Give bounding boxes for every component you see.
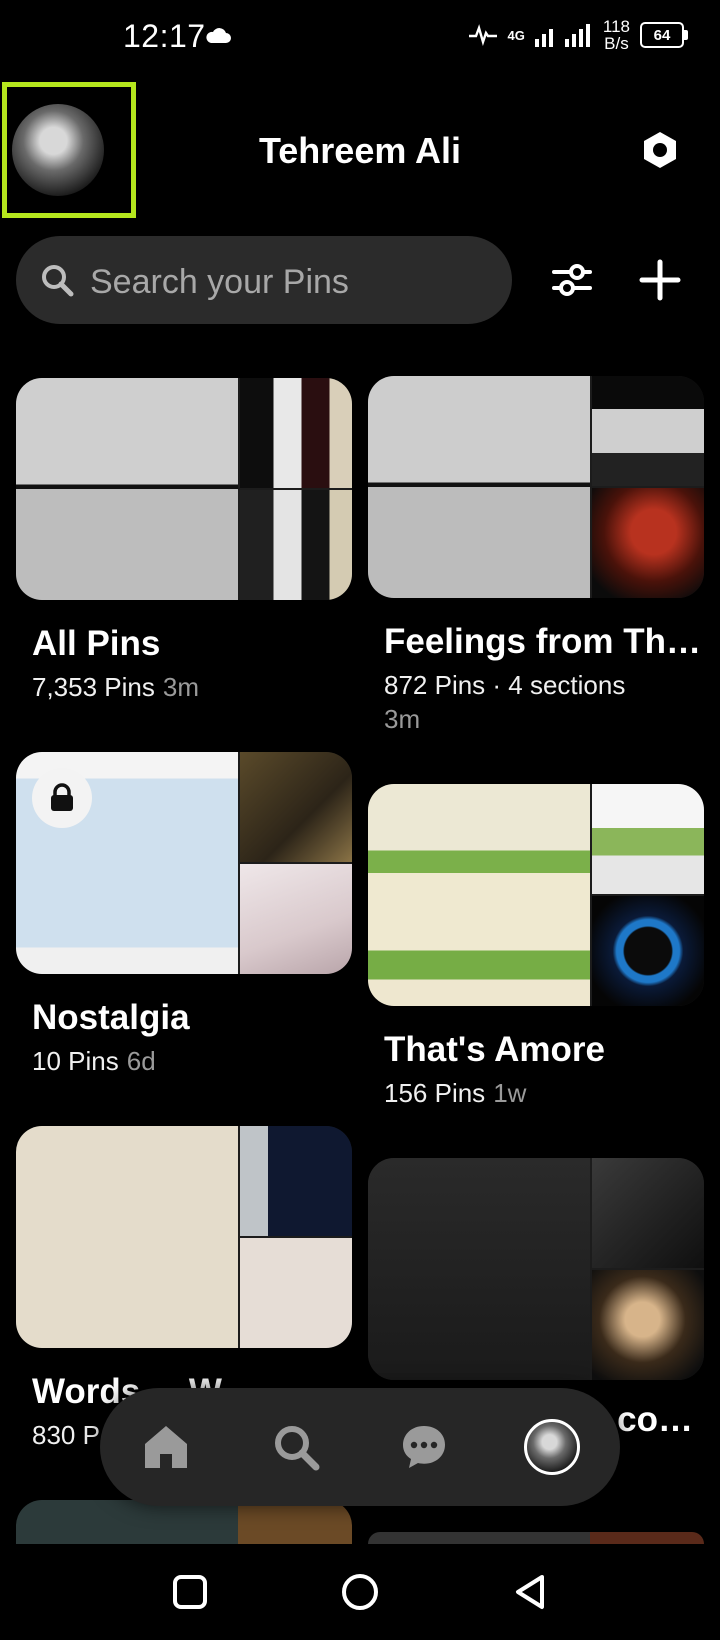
board-name: All Pins — [32, 624, 161, 663]
board-age: 1w — [493, 1078, 527, 1108]
activity-icon — [468, 24, 497, 46]
battery-indicator: 64 — [640, 22, 688, 48]
network-type: 4G — [507, 27, 525, 43]
board-pin-count: 10 Pins — [32, 1046, 119, 1076]
profile-avatar — [524, 1419, 580, 1475]
board-cover — [368, 1158, 704, 1380]
cloud-icon — [205, 28, 231, 49]
cover-image — [592, 488, 704, 598]
board-name: Feelings from Th… — [384, 622, 701, 661]
messages-icon[interactable] — [392, 1415, 456, 1479]
cover-image — [240, 1238, 352, 1348]
cover-image — [240, 378, 352, 488]
board-pin-count: 830 P — [32, 1420, 100, 1450]
board-card[interactable]: All Pins 7,353 Pins 3m — [16, 378, 352, 704]
cover-image — [592, 896, 704, 1006]
board-cover — [368, 376, 704, 598]
board-cover — [16, 752, 352, 974]
board-meta-age: 3m — [368, 702, 704, 736]
board-age: 3m — [162, 672, 199, 702]
cover-image — [368, 784, 590, 1006]
back-triangle-icon[interactable] — [510, 1572, 550, 1612]
cover-image — [16, 378, 238, 600]
cover-image — [240, 864, 352, 974]
board-card[interactable]: Feelings from Th… 872 Pins · 4 sections … — [368, 376, 704, 736]
board-pin-count: 7,353 Pins — [32, 672, 155, 702]
network-speed: 118 B/s — [603, 18, 630, 52]
settings-hexagon-icon[interactable] — [640, 130, 680, 170]
status-time: 12:17 — [123, 18, 206, 54]
status-indicators: 4G 118 B/s 64 — [468, 18, 688, 52]
board-pin-count: 872 Pins · 4 sections — [384, 670, 626, 700]
board-name: That's Amore — [384, 1030, 605, 1069]
board-card[interactable]: Nostalgia 10 Pins 6d — [16, 752, 352, 1078]
speed-value: 118 — [602, 17, 630, 36]
cover-image — [240, 490, 352, 600]
cover-image — [368, 376, 590, 598]
board-meta: 7,353 Pins 3m — [16, 670, 352, 704]
board-meta: 10 Pins 6d — [16, 1044, 352, 1078]
board-pin-count: 156 Pins — [384, 1078, 486, 1108]
board-cover-partial[interactable] — [16, 1500, 352, 1544]
board-cover-partial[interactable] — [368, 1532, 704, 1544]
board-age: 3m — [384, 704, 421, 734]
profile-tab[interactable] — [520, 1415, 584, 1479]
cover-image — [240, 752, 352, 862]
search-icon — [40, 263, 74, 297]
search-input[interactable] — [88, 256, 492, 308]
board-cover — [368, 784, 704, 1006]
cover-image — [368, 1158, 590, 1380]
board-meta: 156 Pins 1w — [368, 1076, 704, 1110]
cover-image — [16, 1126, 238, 1348]
board-name: Nostalgia — [32, 998, 190, 1037]
cover-image — [592, 784, 704, 894]
cover-image — [240, 1126, 352, 1236]
lock-icon — [32, 768, 92, 828]
page-title: Tehreem Ali — [258, 130, 462, 171]
board-cover — [16, 1126, 352, 1348]
board-meta: 872 Pins · 4 sections — [368, 668, 704, 702]
cover-image — [592, 1158, 704, 1268]
recents-square-icon[interactable] — [170, 1572, 210, 1612]
board-card[interactable]: That's Amore 156 Pins 1w — [368, 784, 704, 1110]
search-icon[interactable] — [264, 1415, 328, 1479]
home-icon[interactable] — [134, 1415, 198, 1479]
cover-image — [592, 1270, 704, 1380]
add-icon[interactable] — [638, 258, 682, 302]
board-cover — [16, 378, 352, 600]
home-circle-icon[interactable] — [340, 1572, 380, 1612]
cover-image — [592, 376, 704, 486]
speed-unit: B/s — [604, 34, 629, 53]
signal-icon — [534, 24, 590, 47]
board-age: 6d — [126, 1046, 156, 1076]
filter-sliders-icon[interactable] — [550, 258, 594, 302]
